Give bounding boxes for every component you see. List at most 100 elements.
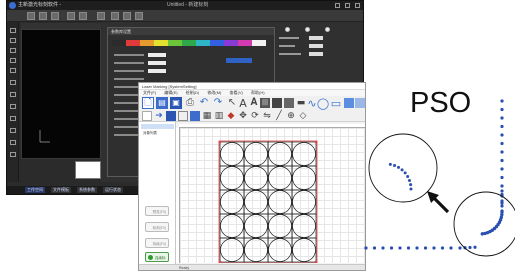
grid-square[interactable] bbox=[243, 165, 269, 191]
tool-icon[interactable] bbox=[10, 80, 16, 85]
tool-icon[interactable] bbox=[10, 68, 16, 73]
select-icon[interactable] bbox=[142, 111, 152, 121]
pen-color-swatch[interactable] bbox=[154, 40, 168, 46]
open-icon[interactable]: ▤ bbox=[156, 97, 168, 109]
grid-circle[interactable] bbox=[292, 142, 316, 166]
grid-square[interactable] bbox=[291, 213, 317, 239]
grid-circle[interactable] bbox=[244, 190, 268, 214]
ribbon-button[interactable] bbox=[79, 12, 87, 20]
grid-square[interactable] bbox=[219, 213, 245, 239]
grid-square[interactable] bbox=[243, 141, 269, 167]
close-icon[interactable] bbox=[355, 3, 360, 8]
grid-circle[interactable] bbox=[268, 166, 292, 190]
line-icon[interactable]: ╱ bbox=[274, 111, 284, 121]
grid-circle[interactable] bbox=[220, 166, 244, 190]
tool-icon[interactable] bbox=[10, 58, 16, 63]
grid-square[interactable] bbox=[219, 237, 245, 263]
rotate-icon[interactable]: ⟳ bbox=[250, 111, 260, 121]
grid-circle[interactable] bbox=[244, 214, 268, 238]
menu-item[interactable]: 编辑(E) bbox=[164, 90, 177, 95]
grid-circle[interactable] bbox=[268, 142, 292, 166]
grid-square[interactable] bbox=[267, 141, 293, 167]
mirror-icon[interactable]: ⇋ bbox=[262, 111, 272, 121]
param-field[interactable] bbox=[309, 36, 323, 40]
arrow-icon[interactable]: ➜ bbox=[154, 111, 164, 121]
dialog-field[interactable] bbox=[148, 61, 166, 65]
menu-item[interactable]: 查看(V) bbox=[230, 90, 243, 95]
radio-button[interactable] bbox=[325, 27, 330, 32]
frame-icon[interactable] bbox=[178, 111, 188, 121]
ribbon-button[interactable] bbox=[123, 12, 131, 20]
grid-square[interactable] bbox=[291, 165, 317, 191]
ellipse-icon[interactable]: ◯ bbox=[317, 97, 329, 109]
tool-icon[interactable] bbox=[10, 140, 16, 145]
grid-circle[interactable] bbox=[220, 238, 244, 262]
grid-circle[interactable] bbox=[292, 238, 316, 262]
print-icon[interactable]: ⎙ bbox=[184, 97, 196, 109]
vector-icon[interactable] bbox=[284, 98, 294, 108]
selection-handle[interactable] bbox=[314, 260, 318, 264]
grid-circle[interactable] bbox=[292, 214, 316, 238]
ribbon-button[interactable] bbox=[135, 12, 143, 20]
selection-handle[interactable] bbox=[218, 260, 222, 264]
ribbon-button[interactable] bbox=[39, 12, 47, 20]
param-field[interactable] bbox=[309, 52, 323, 56]
redo-icon[interactable]: ↷ bbox=[212, 97, 224, 109]
grid-square[interactable] bbox=[243, 189, 269, 215]
menu-item[interactable]: 修改(M) bbox=[207, 90, 221, 95]
save-icon[interactable] bbox=[166, 111, 176, 121]
pen-color-swatch[interactable] bbox=[224, 40, 238, 46]
circle-grid-drawing[interactable] bbox=[180, 128, 366, 264]
radio-button[interactable] bbox=[305, 27, 310, 32]
marker-icon[interactable]: ◆ bbox=[226, 111, 236, 121]
ribbon-button[interactable] bbox=[97, 12, 105, 20]
grid-square[interactable] bbox=[243, 237, 269, 263]
dialog-field[interactable] bbox=[148, 69, 166, 73]
start-mark-button[interactable]: 连续标刻 bbox=[145, 252, 169, 270]
grid-circle[interactable] bbox=[244, 238, 268, 262]
mark-button[interactable]: 标刻(F2) bbox=[145, 222, 169, 232]
grid-square[interactable] bbox=[267, 165, 293, 191]
grid-square[interactable] bbox=[219, 189, 245, 215]
align-icon[interactable]: ▥ bbox=[214, 111, 224, 121]
preview-button[interactable]: 预览(F3) bbox=[145, 206, 169, 216]
image-icon[interactable] bbox=[272, 98, 282, 108]
selection-handle[interactable] bbox=[314, 140, 318, 144]
grid-circle[interactable] bbox=[292, 190, 316, 214]
pen-color-swatch[interactable] bbox=[126, 40, 140, 46]
pen-color-swatch[interactable] bbox=[196, 40, 210, 46]
selected-param-field[interactable] bbox=[226, 58, 252, 63]
grid-circle[interactable] bbox=[268, 214, 292, 238]
layer-icon[interactable] bbox=[344, 98, 354, 108]
fill-icon[interactable] bbox=[190, 111, 200, 121]
grid-square[interactable] bbox=[267, 213, 293, 239]
grid-circle[interactable] bbox=[268, 238, 292, 262]
tool-icon[interactable] bbox=[10, 48, 16, 53]
status-tab[interactable]: 系统参数 bbox=[77, 187, 97, 193]
tool-icon[interactable] bbox=[10, 104, 16, 109]
grid-circle[interactable] bbox=[220, 214, 244, 238]
selection-handle[interactable] bbox=[218, 140, 222, 144]
ribbon-button[interactable] bbox=[51, 12, 59, 20]
ribbon-button[interactable] bbox=[27, 12, 35, 20]
param-field[interactable] bbox=[309, 44, 323, 48]
object-list-item[interactable]: 对象列表 bbox=[143, 131, 157, 136]
ribbon-button[interactable] bbox=[67, 12, 75, 20]
status-tab[interactable]: 运行状态 bbox=[103, 187, 123, 193]
grid-circle[interactable] bbox=[244, 166, 268, 190]
menu-item[interactable]: 绘制(D) bbox=[186, 90, 200, 95]
menu-item[interactable]: 帮助(H) bbox=[251, 90, 265, 95]
curve-icon[interactable]: ∿ bbox=[307, 97, 317, 109]
pen-color-swatch[interactable] bbox=[140, 40, 154, 46]
grid-square[interactable] bbox=[267, 237, 293, 263]
drawing-canvas[interactable] bbox=[180, 128, 366, 264]
tool-icon[interactable] bbox=[10, 28, 16, 33]
text-A-icon[interactable]: A bbox=[238, 97, 248, 109]
new-file-icon[interactable]: 🗋 bbox=[142, 97, 154, 109]
tool-icon[interactable] bbox=[10, 152, 16, 157]
pen-color-swatch[interactable] bbox=[238, 40, 252, 46]
pen-color-swatch[interactable] bbox=[210, 40, 224, 46]
grid-square[interactable] bbox=[291, 189, 317, 215]
barcode-icon[interactable]: ||| bbox=[260, 98, 270, 108]
status-tab[interactable]: 文件模板 bbox=[51, 187, 71, 193]
